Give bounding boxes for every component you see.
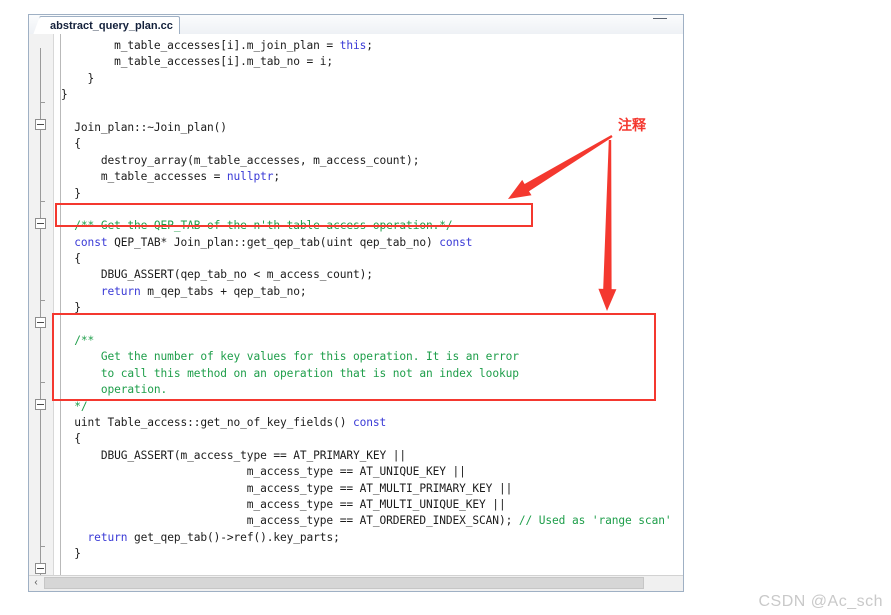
code-line: m_access_type == AT_MULTI_UNIQUE_KEY || [246,497,506,511]
code-line: return m_qep_tabs + qep_tab_no; [100,284,307,298]
code-line: { [74,252,81,266]
code-line: destroy_array(m_table_accesses, m_access… [100,153,420,167]
code-line: m_access_type == AT_UNIQUE_KEY || [246,465,466,479]
fold-tick-5 [40,546,45,547]
code-line: return get_qep_tab()->ref().key_parts; [87,530,340,544]
code-line: m_access_type == AT_ORDERED_INDEX_SCAN);… [246,514,672,528]
fold-marker-get-no-of-key-fields[interactable] [35,399,46,410]
code-line: } [61,88,68,102]
code-line: DBUG_ASSERT(m_access_type == AT_PRIMARY_… [100,448,407,462]
code-line: uint Table_access::get_no_of_key_fields(… [74,415,387,429]
code-line: m_table_accesses = nullptr; [100,170,280,184]
code-line: } [87,71,95,85]
code-editor-window: abstract_query_plan.cc m_table_accesses[… [28,14,684,592]
code-line: const QEP_TAB* Join_plan::get_qep_tab(ui… [74,235,473,249]
fold-tick-3 [40,300,45,301]
fold-marker-doc-comment[interactable] [35,317,46,328]
code-line: operation. [100,383,168,397]
code-line: } [74,301,81,315]
code-line: { [74,137,81,151]
editor-tab-strip: abstract_query_plan.cc [29,15,683,35]
code-line: m_table_accesses[i].m_join_plan = this; [114,39,373,52]
code-line: /** [74,334,95,348]
tab-label: abstract_query_plan.cc [50,20,173,32]
fold-tick-4 [40,382,45,383]
horizontal-scrollbar[interactable]: ‹ [29,575,683,591]
watermark: CSDN @Ac_sch [758,593,883,610]
code-line: /** Get the QEP_TAB of the n'th table ac… [74,219,453,233]
fold-tick-1 [40,102,45,103]
horizontal-scrollbar-thumb[interactable] [44,577,644,589]
scroll-left-arrow-icon[interactable]: ‹ [29,576,43,590]
tab-abstract-query-plan-cc[interactable]: abstract_query_plan.cc [33,16,180,34]
fold-marker-last-comment[interactable] [35,563,46,574]
code-line: } [74,186,81,200]
code-line: m_table_accesses[i].m_tab_no = i; [114,55,334,69]
code-line: { [74,432,81,446]
code-line: m_access_type == AT_MULTI_PRIMARY_KEY || [246,481,513,495]
minimize-icon[interactable] [653,18,667,19]
code-line: Join_plan::~Join_plan() [74,120,227,134]
fold-gutter[interactable] [29,34,54,576]
code-area[interactable]: m_table_accesses[i].m_join_plan = this; … [29,34,683,576]
fold-marker-get-qep-tab[interactable] [35,218,46,229]
code-line: DBUG_ASSERT(qep_tab_no < m_access_count)… [100,268,373,282]
fold-tick-2 [40,201,45,202]
code-line: to call this method on an operation that… [100,366,519,380]
code-line: Get the number of key values for this op… [100,350,519,364]
code-line: } [74,547,81,561]
source-code[interactable]: m_table_accesses[i].m_join_plan = this; … [53,34,683,576]
fold-marker-join-plan-dtor[interactable] [35,119,46,130]
code-line: */ [74,399,88,413]
